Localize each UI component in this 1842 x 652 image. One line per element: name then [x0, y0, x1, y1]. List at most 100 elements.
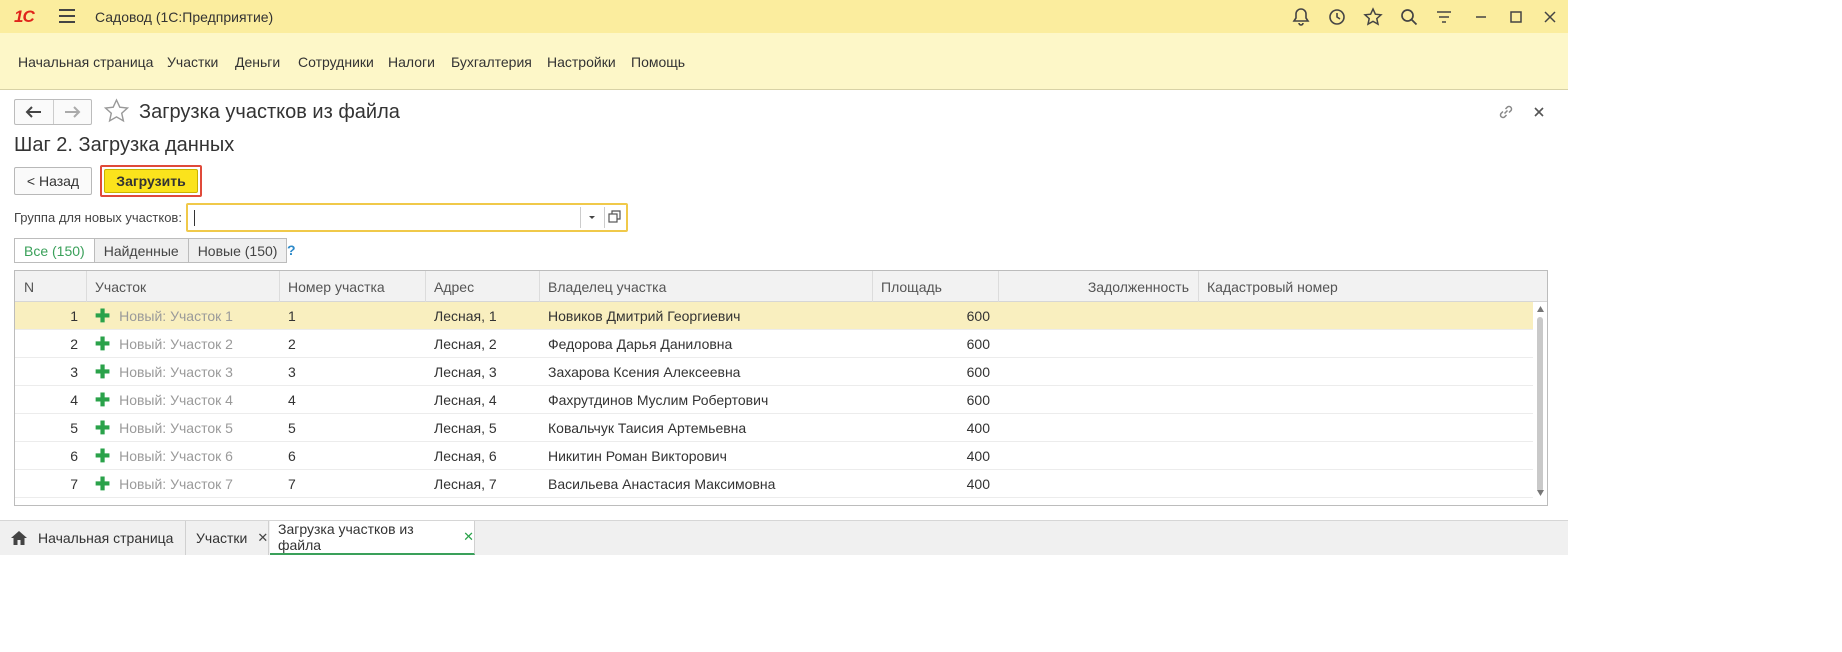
cell-debt[interactable]: [998, 414, 1199, 442]
vertical-scrollbar[interactable]: [1534, 302, 1547, 505]
cell-cadastral[interactable]: [1198, 330, 1533, 358]
cell-debt[interactable]: [998, 442, 1199, 470]
cell-number[interactable]: 4: [279, 386, 426, 414]
tab-found[interactable]: Найденные: [93, 238, 189, 263]
open-tab-plots[interactable]: Участки ✕: [186, 521, 269, 555]
section-plots[interactable]: Участки: [167, 54, 218, 70]
cell-n[interactable]: 5: [15, 414, 87, 442]
cell-n[interactable]: 2: [15, 330, 87, 358]
column-header-cadastral[interactable]: Кадастровый номер: [1198, 271, 1547, 302]
cell-debt[interactable]: [998, 302, 1199, 330]
cell-number[interactable]: 5: [279, 414, 426, 442]
column-header-number[interactable]: Номер участка: [279, 271, 426, 302]
cell-plot[interactable]: ✚ Новый: Участок 5: [86, 414, 280, 442]
cell-owner[interactable]: Федорова Дарья Даниловна: [539, 330, 873, 358]
scroll-up-icon[interactable]: [1537, 306, 1544, 312]
cell-area[interactable]: 400: [872, 442, 999, 470]
cell-area[interactable]: 400: [872, 470, 999, 498]
bell-icon[interactable]: [1291, 7, 1311, 27]
search-icon[interactable]: [1399, 7, 1419, 27]
cell-area[interactable]: 600: [872, 386, 999, 414]
cell-n[interactable]: 1: [15, 302, 87, 330]
cell-number[interactable]: 2: [279, 330, 426, 358]
cell-plot[interactable]: ✚ Новый: Участок 3: [86, 358, 280, 386]
tab-new[interactable]: Новые (150): [187, 238, 288, 263]
cell-n[interactable]: 6: [15, 442, 87, 470]
cell-number[interactable]: 6: [279, 442, 426, 470]
close-tab-icon[interactable]: ✕: [257, 530, 268, 546]
open-tab-home[interactable]: Начальная страница: [0, 521, 186, 555]
cell-address[interactable]: Лесная, 7: [425, 470, 540, 498]
help-icon[interactable]: ?: [287, 242, 296, 258]
cell-cadastral[interactable]: [1198, 386, 1533, 414]
cell-owner[interactable]: Новиков Дмитрий Георгиевич: [539, 302, 873, 330]
forward-arrow-icon[interactable]: [54, 100, 92, 124]
cell-owner[interactable]: Захарова Ксения Алексеевна: [539, 358, 873, 386]
cell-area[interactable]: 400: [872, 414, 999, 442]
table-row[interactable]: 7 ✚ Новый: Участок 7 7 Лесная, 7 Васильева Ан…: [15, 470, 1533, 498]
main-menu-icon[interactable]: [59, 9, 75, 23]
column-header-debt[interactable]: Задолженность: [998, 271, 1199, 302]
section-money[interactable]: Деньги: [235, 54, 280, 70]
cell-cadastral[interactable]: [1198, 358, 1533, 386]
back-arrow-icon[interactable]: [15, 100, 54, 124]
table-row[interactable]: 1 ✚ Новый: Участок 1 1 Лесная, 1 Новиков Дмит…: [15, 302, 1533, 330]
cell-address[interactable]: Лесная, 4: [425, 386, 540, 414]
section-employees[interactable]: Сотрудники: [298, 54, 374, 70]
cell-cadastral[interactable]: [1198, 442, 1533, 470]
cell-plot[interactable]: ✚ Новый: Участок 1: [86, 302, 280, 330]
cell-address[interactable]: Лесная, 5: [425, 414, 540, 442]
open-tab-import[interactable]: Загрузка участков из файла ✕: [270, 521, 475, 555]
column-header-plot[interactable]: Участок: [86, 271, 280, 302]
table-row[interactable]: 6 ✚ Новый: Участок 6 6 Лесная, 6 Никитин Рома…: [15, 442, 1533, 470]
cell-plot[interactable]: ✚ Новый: Участок 7: [86, 470, 280, 498]
cell-owner[interactable]: Васильева Анастасия Максимовна: [539, 470, 873, 498]
chevron-down-icon[interactable]: [585, 210, 599, 224]
cell-debt[interactable]: [998, 470, 1199, 498]
close-icon[interactable]: [1540, 7, 1560, 27]
cell-debt[interactable]: [998, 358, 1199, 386]
cell-number[interactable]: 1: [279, 302, 426, 330]
cell-cadastral[interactable]: [1198, 470, 1533, 498]
cell-plot[interactable]: ✚ Новый: Участок 2: [86, 330, 280, 358]
cell-owner[interactable]: Никитин Роман Викторович: [539, 442, 873, 470]
table-row[interactable]: 3 ✚ Новый: Участок 3 3 Лесная, 3 Захарова Ксе…: [15, 358, 1533, 386]
cell-cadastral[interactable]: [1198, 414, 1533, 442]
cell-owner[interactable]: Фахрутдинов Муслим Робертович: [539, 386, 873, 414]
cell-n[interactable]: 4: [15, 386, 87, 414]
scroll-down-icon[interactable]: [1537, 490, 1544, 496]
cell-debt[interactable]: [998, 386, 1199, 414]
cell-number[interactable]: 7: [279, 470, 426, 498]
close-form-icon[interactable]: [1530, 103, 1548, 121]
section-taxes[interactable]: Налоги: [388, 54, 435, 70]
table-row[interactable]: 5 ✚ Новый: Участок 5 5 Лесная, 5 Ковальчук Та…: [15, 414, 1533, 442]
close-tab-icon[interactable]: ✕: [463, 529, 474, 545]
cell-n[interactable]: 7: [15, 470, 87, 498]
back-button[interactable]: < Назад: [14, 167, 92, 195]
column-header-address[interactable]: Адрес: [425, 271, 540, 302]
column-header-owner[interactable]: Владелец участка: [539, 271, 873, 302]
favorite-star-icon[interactable]: [103, 98, 130, 125]
link-icon[interactable]: [1497, 103, 1515, 121]
cell-number[interactable]: 3: [279, 358, 426, 386]
minimize-icon[interactable]: [1471, 7, 1491, 27]
cell-area[interactable]: 600: [872, 358, 999, 386]
cell-address[interactable]: Лесная, 2: [425, 330, 540, 358]
section-home[interactable]: Начальная страница: [18, 54, 153, 70]
table-row[interactable]: 4 ✚ Новый: Участок 4 4 Лесная, 4 Фахрутдинов …: [15, 386, 1533, 414]
table-row[interactable]: 2 ✚ Новый: Участок 2 2 Лесная, 2 Федорова Дар…: [15, 330, 1533, 358]
scrollbar-thumb[interactable]: [1537, 317, 1543, 492]
cell-cadastral[interactable]: [1198, 302, 1533, 330]
star-icon[interactable]: [1363, 7, 1383, 27]
maximize-icon[interactable]: [1506, 7, 1526, 27]
history-icon[interactable]: [1327, 7, 1347, 27]
cell-plot[interactable]: ✚ Новый: Участок 6: [86, 442, 280, 470]
load-button[interactable]: Загрузить: [104, 169, 198, 193]
cell-n[interactable]: 3: [15, 358, 87, 386]
cell-area[interactable]: 600: [872, 302, 999, 330]
column-header-area[interactable]: Площадь: [872, 271, 999, 302]
menu-settings-icon[interactable]: [1434, 7, 1454, 27]
cell-address[interactable]: Лесная, 3: [425, 358, 540, 386]
section-accounting[interactable]: Бухгалтерия: [451, 54, 532, 70]
cell-plot[interactable]: ✚ Новый: Участок 4: [86, 386, 280, 414]
